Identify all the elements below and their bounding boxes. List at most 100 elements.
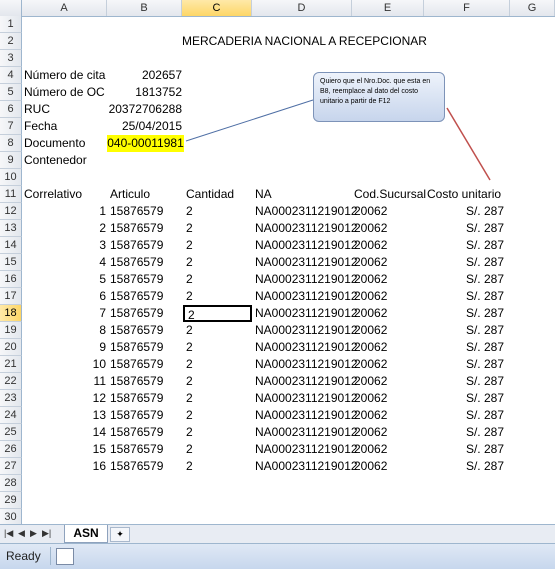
cell-correlativo[interactable]: 13	[22, 407, 106, 424]
row-header-20[interactable]: 20	[0, 339, 22, 356]
cell-cod-sucursal[interactable]: 20062	[354, 271, 424, 288]
cell-costo-unitario[interactable]: S/. 287	[424, 407, 504, 424]
cell-na[interactable]: NA0002311219012	[255, 203, 358, 220]
cell-correlativo[interactable]: 14	[22, 424, 106, 441]
cell-cantidad[interactable]: 2	[186, 356, 252, 373]
cell-articulo[interactable]: 15876579	[110, 322, 182, 339]
row-header-9[interactable]: 9	[0, 152, 22, 169]
next-sheet-icon[interactable]: ▶	[30, 528, 37, 539]
row-header-29[interactable]: 29	[0, 492, 22, 509]
cell-na[interactable]: NA0002311219012	[255, 441, 358, 458]
cell-cantidad[interactable]: 2	[186, 424, 252, 441]
row-header-2[interactable]: 2	[0, 33, 22, 50]
cell-correlativo[interactable]: 12	[22, 390, 106, 407]
active-cell[interactable]: 2	[183, 305, 252, 322]
sheet-tab-asn[interactable]: ASN	[64, 525, 108, 543]
row-header-1[interactable]: 1	[0, 16, 22, 33]
cell-correlativo[interactable]: 1	[22, 203, 106, 220]
cell-na[interactable]: NA0002311219012	[255, 458, 358, 475]
row-header-30[interactable]: 30	[0, 509, 22, 524]
cell-cod-sucursal[interactable]: 20062	[354, 322, 424, 339]
header-na[interactable]: NA	[255, 186, 352, 203]
cell-cantidad[interactable]: 2	[186, 441, 252, 458]
cell-cod-sucursal[interactable]: 20062	[354, 339, 424, 356]
row-header-10[interactable]: 10	[0, 169, 22, 186]
cell-correlativo[interactable]: 15	[22, 441, 106, 458]
cell-cod-sucursal[interactable]: 20062	[354, 373, 424, 390]
info-value[interactable]: 202657	[107, 67, 182, 84]
row-header-18[interactable]: 18	[0, 305, 22, 322]
cell-correlativo[interactable]: 5	[22, 271, 106, 288]
cell-costo-unitario[interactable]: S/. 287	[424, 458, 504, 475]
info-value[interactable]: 040-00011981	[107, 135, 184, 152]
cell-cantidad[interactable]: 2	[186, 339, 252, 356]
cell-na[interactable]: NA0002311219012	[255, 254, 358, 271]
info-label[interactable]: Contenedor	[24, 152, 107, 169]
header-correlativo[interactable]: Correlativo	[24, 186, 107, 203]
cell-costo-unitario[interactable]: S/. 287	[424, 441, 504, 458]
prev-sheet-icon[interactable]: ◀	[18, 528, 25, 539]
insert-sheet-icon[interactable]: ✦	[110, 527, 130, 542]
row-header-12[interactable]: 12	[0, 203, 22, 220]
cell-articulo[interactable]: 15876579	[110, 288, 182, 305]
cell-cantidad[interactable]: 2	[186, 458, 252, 475]
cell-costo-unitario[interactable]: S/. 287	[424, 203, 504, 220]
cell-na[interactable]: NA0002311219012	[255, 271, 358, 288]
cell-cod-sucursal[interactable]: 20062	[354, 441, 424, 458]
column-header-c[interactable]: C	[182, 0, 252, 16]
cell-costo-unitario[interactable]: S/. 287	[424, 390, 504, 407]
cell-correlativo[interactable]: 2	[22, 220, 106, 237]
cell-articulo[interactable]: 15876579	[110, 407, 182, 424]
info-label[interactable]: Fecha	[24, 118, 107, 135]
cell-articulo[interactable]: 15876579	[110, 254, 182, 271]
select-all-corner[interactable]	[0, 0, 22, 16]
cell-correlativo[interactable]: 10	[22, 356, 106, 373]
info-label[interactable]: Número de cita	[24, 67, 107, 84]
cell-articulo[interactable]: 15876579	[110, 390, 182, 407]
row-header-4[interactable]: 4	[0, 67, 22, 84]
row-header-15[interactable]: 15	[0, 254, 22, 271]
cell-articulo[interactable]: 15876579	[110, 203, 182, 220]
cell-cod-sucursal[interactable]: 20062	[354, 424, 424, 441]
last-sheet-icon[interactable]: ▶|	[42, 528, 51, 539]
cell-na[interactable]: NA0002311219012	[255, 407, 358, 424]
cell-cod-sucursal[interactable]: 20062	[354, 390, 424, 407]
row-header-11[interactable]: 11	[0, 186, 22, 203]
row-header-8[interactable]: 8	[0, 135, 22, 152]
row-header-6[interactable]: 6	[0, 101, 22, 118]
column-header-f[interactable]: F	[424, 0, 510, 16]
cell-articulo[interactable]: 15876579	[110, 373, 182, 390]
cell-na[interactable]: NA0002311219012	[255, 390, 358, 407]
sheet-title[interactable]: MERCADERIA NACIONAL A RECEPCIONAR	[182, 33, 427, 50]
row-header-25[interactable]: 25	[0, 424, 22, 441]
cell-articulo[interactable]: 15876579	[110, 305, 182, 322]
cell-na[interactable]: NA0002311219012	[255, 373, 358, 390]
cell-correlativo[interactable]: 4	[22, 254, 106, 271]
column-header-b[interactable]: B	[107, 0, 182, 16]
row-header-7[interactable]: 7	[0, 118, 22, 135]
cell-cod-sucursal[interactable]: 20062	[354, 220, 424, 237]
row-header-14[interactable]: 14	[0, 237, 22, 254]
header-costo-unitario[interactable]: Costo unitario	[427, 186, 510, 203]
cell-articulo[interactable]: 15876579	[110, 271, 182, 288]
column-header-d[interactable]: D	[252, 0, 352, 16]
cell-cantidad[interactable]: 2	[186, 237, 252, 254]
column-header-g[interactable]: G	[510, 0, 555, 16]
row-header-22[interactable]: 22	[0, 373, 22, 390]
cell-na[interactable]: NA0002311219012	[255, 356, 358, 373]
column-header-a[interactable]: A	[22, 0, 107, 16]
cell-costo-unitario[interactable]: S/. 287	[424, 271, 504, 288]
cell-costo-unitario[interactable]: S/. 287	[424, 322, 504, 339]
cell-cod-sucursal[interactable]: 20062	[354, 458, 424, 475]
cell-cod-sucursal[interactable]: 20062	[354, 356, 424, 373]
spreadsheet-grid[interactable]: ABCDEFG 1 2 3 4 5 6 7 8 9 10 11 12 13 14 15 16 17 18 19 20 2…	[0, 0, 555, 524]
cell-articulo[interactable]: 15876579	[110, 220, 182, 237]
cell-cantidad[interactable]: 2	[186, 220, 252, 237]
cell-costo-unitario[interactable]: S/. 287	[424, 288, 504, 305]
cell-na[interactable]: NA0002311219012	[255, 237, 358, 254]
cell-costo-unitario[interactable]: S/. 287	[424, 339, 504, 356]
cell-cod-sucursal[interactable]: 20062	[354, 237, 424, 254]
cell-articulo[interactable]: 15876579	[110, 441, 182, 458]
cell-na[interactable]: NA0002311219012	[255, 220, 358, 237]
row-header-16[interactable]: 16	[0, 271, 22, 288]
